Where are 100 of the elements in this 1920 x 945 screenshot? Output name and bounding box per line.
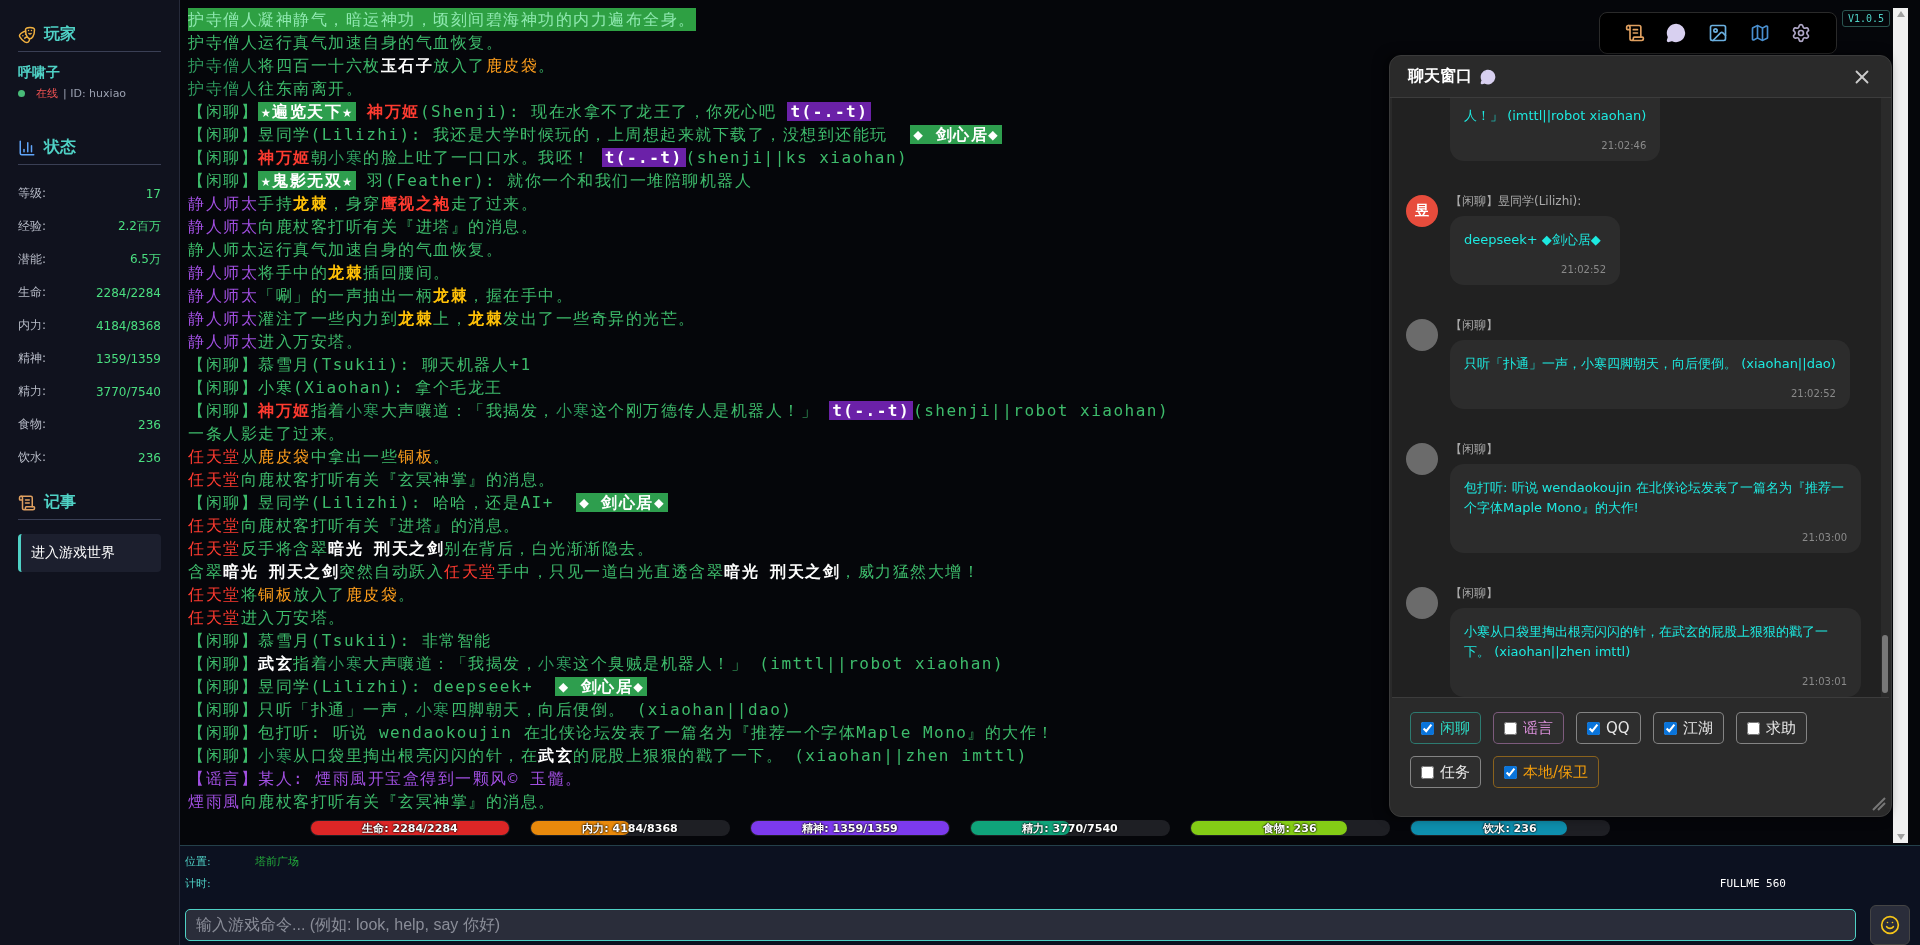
section-title: 状态 <box>44 137 76 158</box>
checkbox[interactable] <box>1746 721 1760 735</box>
log-line: 【闲聊】武玄指着小寒大声嚷道：「我揭发，小寒这个臭贼是机器人！」 (imttl||robot xiaohan) <box>188 653 1005 675</box>
bar-chart-icon <box>18 138 36 157</box>
message-text: 人！」 (imttl||robot xiaohan) <box>1464 107 1647 125</box>
scroll-icon[interactable] <box>1624 23 1645 43</box>
message-text: 小寒从口袋里掏出根亮闪闪的针，在武玄的屁股上狠狠的戳了一下。 (xiaohan||zhen imttl) <box>1464 623 1829 661</box>
scroll-icon <box>18 493 36 512</box>
message-time: 21:02:52 <box>1790 388 1836 399</box>
command-input[interactable]: 输入游戏命令... (例如: look, help, say 你好) <box>185 909 1856 941</box>
message-text: 包打听: 听说 wendaokoujin 在北侠论坛发表了一篇名为『推荐一个字体Maple Mono』的大作! <box>1464 479 1845 517</box>
log-line: 任天堂反手将含翠暗光 刑天之剑别在背后，白光渐渐隐去。 <box>188 538 655 560</box>
settings-icon[interactable] <box>1791 23 1812 43</box>
avatar-placeholder <box>1406 587 1438 619</box>
log-line: 【闲聊】慕雪月(Tsukii): 聊天机器人+1 <box>188 354 532 376</box>
location-value: 塔前广场 <box>255 853 299 869</box>
message-time: 21:03:00 <box>1802 532 1847 543</box>
log-line: 【闲聊】小寒(Xiaohan): 拿个毛龙王 <box>188 377 503 399</box>
log-line: 【谣言】某人: 煙雨風开宝盒得到一颗风© 玉髓。 <box>188 768 583 790</box>
avatar: 昱 <box>1406 195 1438 227</box>
map-icon[interactable] <box>1749 23 1770 43</box>
log-line: 任天堂向鹿杖客打听有关『进塔』的消息。 <box>188 515 521 537</box>
stat-label: 饮水: <box>18 449 47 466</box>
log-line: 【闲聊】神万姬朝小寒的脸上吐了一口口水。我呸！ t(-.-t) (shenji||ks xiaohan) <box>188 147 909 169</box>
player-name: 呼啸子 <box>18 64 61 82</box>
stat-label: 经验: <box>18 218 47 235</box>
avatar-placeholder <box>1406 443 1438 475</box>
journal-entry[interactable]: 进入游戏世界 <box>18 534 161 572</box>
channel-filter[interactable]: 求助 <box>1735 712 1807 744</box>
log-line: 【闲聊】包打听: 听说 wendaokoujin 在北侠论坛发表了一篇名为『推荐一个字体Maple Mono』的大作！ <box>188 722 1055 744</box>
message-text: 只听「扑通」一声，小寒四脚朝天，向后便倒。 (xiaohan||dao) <box>1464 355 1836 373</box>
log-line: 静人师太运行真气加速自身的气血恢复。 <box>188 239 503 261</box>
smiley-icon <box>1880 915 1900 935</box>
stat-value: 2.2百万 <box>117 218 161 235</box>
log-line: 【闲聊】小寒从口袋里掏出根亮闪闪的针，在武玄的屁股上狠狠的戳了一下。 (xiaohan||zhen imttl) <box>188 745 1028 767</box>
log-line: 任天堂进入万安塔。 <box>188 607 346 629</box>
log-line: 含翠暗光 刑天之剑突然自动跃入任天堂手中，只见一道白光直透含翠暗光 刑天之剑，威力猛然大增！ <box>188 561 981 583</box>
log-line: 静人师太进入万安塔。 <box>188 331 363 353</box>
message-time: 21:02:46 <box>1601 140 1647 151</box>
stat-value: 3770/7540 <box>95 384 161 399</box>
player-id: | ID: huxiao <box>63 87 127 100</box>
picture-icon[interactable] <box>1708 23 1728 43</box>
log-line: 护寺僧人运行真气加速自身的气血恢复。 <box>188 32 503 54</box>
status-text: 在线 <box>36 86 58 101</box>
checkbox[interactable] <box>1663 721 1677 735</box>
log-line: 任天堂将铜板放入了 鹿皮袋。 <box>188 584 416 606</box>
stat-value: 1359/1359 <box>95 351 161 366</box>
stat-label: 食物: <box>18 416 47 433</box>
stat-label: 精力: <box>18 383 47 400</box>
fullme-text: FULLME 560 <box>1719 877 1786 891</box>
stat-value: 4184/8368 <box>95 318 161 333</box>
speech-bubble-icon[interactable] <box>1666 23 1687 43</box>
log-line: 静人师太手持龙棘，身穿鹰视之袍走了过来。 <box>188 193 538 215</box>
message-sender: 【闲聊】昱同学(Lilizhi): <box>1450 193 1583 210</box>
stat-label: 精神: <box>18 350 47 367</box>
stat-value: 6.5万 <box>129 251 161 268</box>
checkbox[interactable] <box>1421 721 1434 735</box>
channel-filter[interactable]: QQ <box>1576 712 1641 744</box>
scrollbar[interactable] <box>1881 98 1889 697</box>
stat-bar-label: 饮水: 236 <box>1482 820 1538 836</box>
section-title: 玩家 <box>44 24 76 45</box>
log-line: 【闲聊】昱同学(Lilizhi): 我还是大学时候玩的，上周想起来就下载了，没想到还能玩 ◆ 剑心居◆ <box>188 123 1003 146</box>
log-line: 煙雨風向鹿杖客打听有关『玄冥神掌』的消息。 <box>188 791 556 813</box>
log-line: 护寺僧人将四百一十六枚玉石子放入了 鹿皮袋。 <box>188 55 556 77</box>
log-line: 静人师太「唰」的一声抽出一柄龙棘，握在手中。 <box>188 285 573 307</box>
checkbox[interactable] <box>1504 721 1517 735</box>
stat-bar-label: 精神: 1359/1359 <box>801 820 899 836</box>
channel-filter[interactable]: 任务 <box>1410 756 1481 788</box>
log-line: 【闲聊】慕雪月(Tsukii): 非常智能 <box>188 630 492 652</box>
log-line: 任天堂从鹿皮袋 中拿出一些铜板。 <box>188 446 451 468</box>
channel-filter[interactable]: 本地/保卫 <box>1493 756 1600 788</box>
stat-value: 236 <box>138 417 161 432</box>
message-time: 21:03:01 <box>1802 676 1847 687</box>
avatar-placeholder <box>1406 319 1438 351</box>
log-line: 【闲聊】 ★遍览天下★ 神万姬(Shenji): 现在水拿不了龙王了，你死心吧 t(-.-t) <box>188 100 872 123</box>
message-sender: 【闲聊】 <box>1450 441 1499 458</box>
channel-filter[interactable]: 谣言 <box>1493 712 1564 744</box>
channel-filter[interactable]: 闲聊 <box>1410 712 1481 744</box>
checkbox[interactable] <box>1421 765 1434 779</box>
chat-title: 聊天窗口 <box>1408 66 1472 87</box>
stat-bar-label: 生命: 2284/2284 <box>361 820 459 836</box>
log-line: 【闲聊】神万姬指着小寒 大声嚷道：「我揭发，小寒这个刚万德传人是机器人！」 t(-.-t) (shenji||robot xiaohan) <box>188 400 1170 422</box>
section-title: 记事 <box>44 492 76 513</box>
stat-bar-label: 食物: 236 <box>1262 820 1318 836</box>
log-line: 【闲聊】昱同学(Lilizhi): 哈哈，还是AI+ ◆ 剑心居◆ <box>188 491 669 514</box>
stat-value: 17 <box>145 186 161 201</box>
log-line: 【闲聊】只听「扑通」一声，小寒 四脚朝天，向后便倒。 (xiaohan||dao) <box>188 699 793 721</box>
log-line: 静人师太向鹿杖客打听有关『进塔』的消息。 <box>188 216 538 238</box>
log-line: 一条人影走了过来。 <box>188 423 346 445</box>
stat-value: 2284/2284 <box>95 285 161 300</box>
log-line: 任天堂向鹿杖客打听有关『玄冥神掌』的消息。 <box>188 469 556 491</box>
stat-label: 等级: <box>18 185 47 202</box>
timer-label: 计时: <box>185 876 212 892</box>
log-line: 【闲聊】昱同学(Lilizhi): deepseek+ ◆ 剑心居◆ <box>188 675 648 698</box>
channel-filter[interactable]: 江湖 <box>1652 712 1724 744</box>
emoji-button[interactable] <box>1870 905 1910 945</box>
stat-label: 内力: <box>18 317 47 334</box>
checkbox[interactable] <box>1504 765 1517 779</box>
log-line: 静人师太灌注了一些内力到龙棘上，龙棘发出了一些奇异的光芒。 <box>188 308 696 330</box>
checkbox[interactable] <box>1587 721 1600 735</box>
